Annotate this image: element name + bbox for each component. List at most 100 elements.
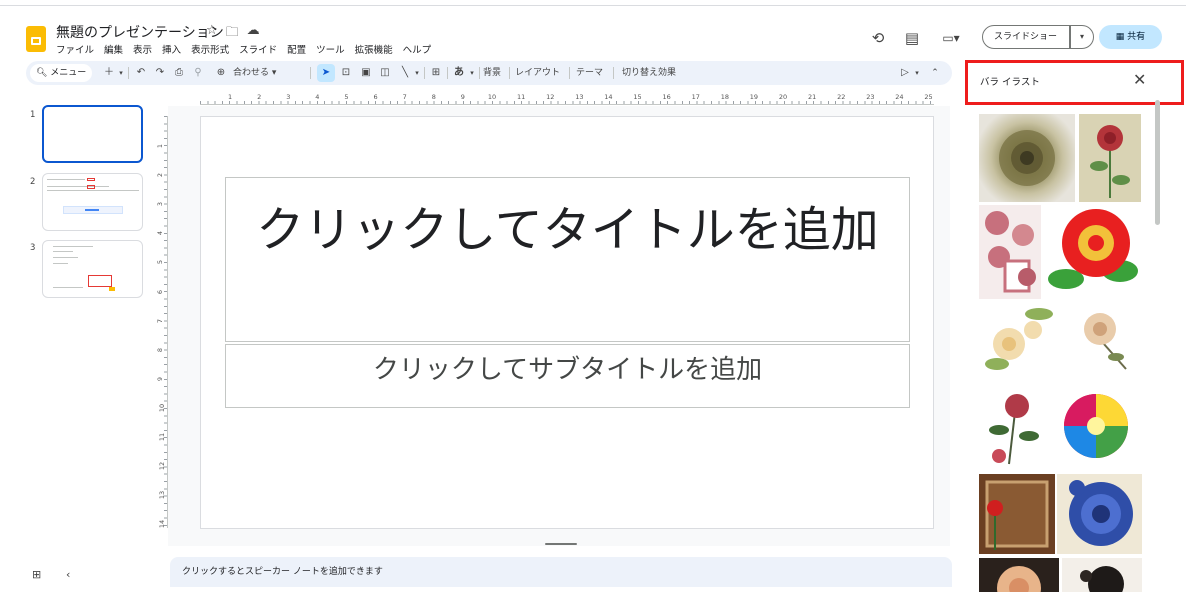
collapse-toolbar-icon[interactable]: ⌃	[928, 64, 942, 82]
rose-image-result[interactable]	[979, 205, 1041, 299]
ruler-number: 22	[837, 93, 846, 101]
lock-icon: ▦	[1115, 32, 1128, 42]
notes-resize-handle[interactable]	[545, 543, 577, 545]
slides-app: 無題のプレゼンテーション ☆ 🗀 ☁ ファイル 編集 表示 挿入 表示形式 スライド 配置ツ…	[0, 0, 1186, 592]
slide-number: 1	[30, 110, 36, 120]
title-placeholder-box[interactable]: クリックしてタイトルを追加	[225, 177, 910, 342]
share-label: 共有	[1127, 32, 1146, 42]
ruler-number: 19	[749, 93, 759, 101]
thumb-detail	[53, 246, 93, 247]
new-slide-icon[interactable]: ＋	[102, 64, 116, 82]
slide-thumbnail-2[interactable]	[42, 173, 143, 231]
input-tools-dropdown-icon[interactable]: ▾	[467, 64, 477, 82]
input-tools-icon[interactable]: あ	[451, 64, 467, 82]
text-box-icon[interactable]: ⊡	[339, 64, 353, 82]
close-icon[interactable]: ✕	[1133, 70, 1146, 89]
layout-button[interactable]: レイアウト	[515, 64, 560, 82]
image-search-query[interactable]: バラ イラスト	[980, 74, 1040, 88]
menu-item[interactable]: 拡張機能	[355, 42, 393, 56]
ruler-number: 14	[604, 93, 613, 101]
zoom-select[interactable]: 合わせる ▾	[233, 64, 276, 82]
toolbar: 🔍︎ メニュー ＋ ▾ ↶ ↷ ⎙ ⚲ ⊕ 合わせる ▾ ➤ ⊡ ▣ ◫ ╲ ▾…	[26, 61, 952, 85]
slideshow-dropdown[interactable]: ▾	[1070, 25, 1094, 49]
thumb-detail	[85, 209, 99, 211]
shape-icon[interactable]: ◫	[378, 64, 392, 82]
ruler-number: 10	[487, 93, 497, 101]
theme-button[interactable]: テーマ	[576, 64, 603, 82]
transition-button[interactable]: 切り替え効果	[622, 64, 676, 82]
menu-item[interactable]: ヘルプ	[403, 42, 432, 56]
menu-item[interactable]: ツール	[316, 42, 345, 56]
subtitle-placeholder-box[interactable]: クリックしてサブタイトルを追加	[225, 344, 910, 408]
ruler-number: 23	[866, 93, 875, 101]
rose-image-result[interactable]	[1056, 386, 1136, 466]
rose-image-result[interactable]	[1057, 474, 1142, 554]
new-slide-dropdown-icon[interactable]: ▾	[116, 64, 126, 82]
menu-search-button[interactable]: 🔍︎ メニュー	[30, 64, 93, 82]
paint-format-icon[interactable]: ⚲	[191, 64, 205, 82]
rose-image-result[interactable]	[1044, 205, 1142, 299]
ruler-number: 12	[158, 461, 167, 471]
menu-item[interactable]: ファイル	[56, 42, 94, 56]
toolbar-divider	[128, 67, 129, 79]
collapse-filmstrip-icon[interactable]: ‹	[66, 568, 70, 581]
menu-item[interactable]: スライド	[239, 42, 277, 56]
ruler-number: 6	[156, 289, 165, 294]
line-dropdown-icon[interactable]: ▾	[412, 64, 422, 82]
rose-image-result[interactable]	[1066, 305, 1142, 375]
menu-item[interactable]: 挿入	[162, 42, 181, 56]
rose-image-result[interactable]	[979, 474, 1055, 554]
line-icon[interactable]: ╲	[398, 64, 412, 82]
toolbar-divider	[424, 67, 425, 79]
rose-image-result[interactable]	[979, 386, 1051, 466]
ruler-number: 16	[662, 93, 671, 101]
ruler-number: 4	[156, 231, 165, 236]
print-icon[interactable]: ⎙	[172, 64, 186, 82]
redo-icon[interactable]: ↷	[153, 64, 167, 82]
thumb-detail	[88, 275, 112, 287]
slide-thumbnail-1[interactable]	[42, 105, 143, 163]
pen-tool-icon[interactable]: ▷	[898, 64, 912, 82]
version-history-icon[interactable]: ⟲	[868, 29, 888, 47]
slides-logo-icon[interactable]	[26, 26, 46, 52]
zoom-icon[interactable]: ⊕	[214, 64, 228, 82]
menu-item[interactable]: 編集	[104, 42, 123, 56]
horizontal-ruler[interactable]	[200, 93, 934, 105]
meet-camera-icon[interactable]: ▭▾	[936, 29, 966, 47]
zoom-label: 合わせる	[233, 68, 270, 78]
image-icon[interactable]: ▣	[359, 64, 373, 82]
thumb-detail	[109, 287, 115, 291]
document-title[interactable]: 無題のプレゼンテーション	[56, 22, 224, 42]
grid-view-icon[interactable]: ⊞	[32, 568, 41, 581]
ruler-number: 18	[720, 93, 729, 101]
menu-item[interactable]: 表示形式	[191, 42, 229, 56]
share-button[interactable]: ▦ 共有	[1099, 25, 1162, 49]
rose-image-result[interactable]	[979, 300, 1059, 380]
undo-icon[interactable]: ↶	[134, 64, 148, 82]
ruler-number: 9	[156, 376, 165, 381]
slideshow-button[interactable]: スライドショー	[982, 25, 1070, 49]
slide-thumbnail-3[interactable]	[42, 240, 143, 298]
background-button[interactable]: 背景	[483, 64, 501, 82]
ruler-number: 6	[373, 93, 378, 101]
rose-image-result[interactable]	[979, 558, 1059, 592]
pen-dropdown-icon[interactable]: ▾	[912, 64, 922, 82]
add-comment-icon[interactable]: ⊞	[429, 64, 443, 82]
select-tool-icon[interactable]: ➤	[317, 64, 335, 82]
speaker-notes[interactable]: クリックするとスピーカー ノートを追加できます	[170, 557, 952, 587]
ruler-number: 17	[691, 93, 700, 101]
menu-item[interactable]: 表示	[133, 42, 152, 56]
rose-image-result[interactable]	[1062, 558, 1142, 592]
rose-image-result[interactable]	[979, 114, 1075, 202]
ruler-number: 20	[778, 93, 788, 101]
panel-scrollbar[interactable]	[1155, 100, 1160, 225]
slide-number: 2	[30, 177, 36, 187]
toolbar-divider	[479, 67, 480, 79]
menu-item[interactable]: 配置	[287, 42, 306, 56]
ruler-number: 3	[156, 202, 165, 207]
thumb-detail	[47, 190, 139, 191]
rose-image-result[interactable]	[1079, 114, 1141, 202]
ruler-number: 11	[158, 432, 167, 442]
comments-icon[interactable]: ▤	[902, 29, 922, 47]
ruler-number: 9	[460, 93, 465, 101]
